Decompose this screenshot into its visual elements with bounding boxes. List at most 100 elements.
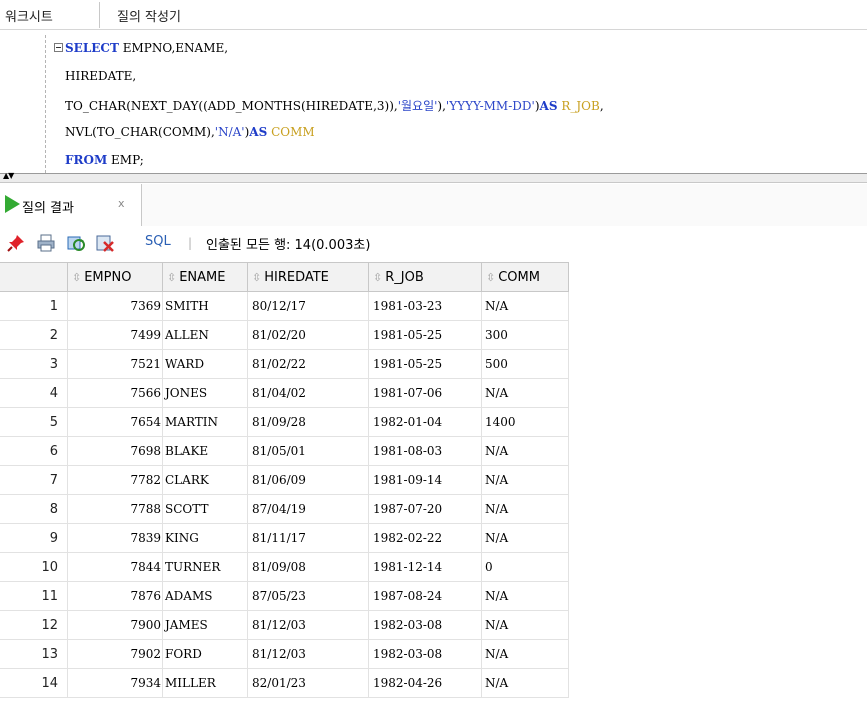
sql-link[interactable]: SQL xyxy=(145,234,171,249)
cell-empno[interactable]: 7900 xyxy=(68,611,163,640)
cell-hiredate[interactable]: 87/04/19 xyxy=(248,495,369,524)
cell-ename[interactable]: FORD xyxy=(163,640,248,669)
cell-ename[interactable]: MILLER xyxy=(163,669,248,698)
table-row[interactable]: 5 7654 MARTIN 81/09/28 1982-01-04 1400 xyxy=(0,408,569,437)
cell-hiredate[interactable]: 81/09/28 xyxy=(248,408,369,437)
column-header-comm[interactable]: ⇳ COMM xyxy=(482,263,569,292)
cell-empno[interactable]: 7788 xyxy=(68,495,163,524)
cell-hiredate[interactable]: 82/01/23 xyxy=(248,669,369,698)
cell-empno[interactable]: 7876 xyxy=(68,582,163,611)
sort-icon[interactable]: ⇳ xyxy=(72,271,81,284)
cell-r-job[interactable]: 1987-07-20 xyxy=(369,495,482,524)
collapse-icon[interactable] xyxy=(54,43,63,52)
column-header-r-job[interactable]: ⇳ R_JOB xyxy=(369,263,482,292)
table-row[interactable]: 10 7844 TURNER 81/09/08 1981-12-14 0 xyxy=(0,553,569,582)
cell-r-job[interactable]: 1987-08-24 xyxy=(369,582,482,611)
cell-r-job[interactable]: 1982-02-22 xyxy=(369,524,482,553)
cell-ename[interactable]: WARD xyxy=(163,350,248,379)
cell-comm[interactable]: 0 xyxy=(482,553,569,582)
cell-r-job[interactable]: 1981-08-03 xyxy=(369,437,482,466)
table-row[interactable]: 8 7788 SCOTT 87/04/19 1987-07-20 N/A xyxy=(0,495,569,524)
cell-empno[interactable]: 7566 xyxy=(68,379,163,408)
cell-empno[interactable]: 7844 xyxy=(68,553,163,582)
cell-empno[interactable]: 7934 xyxy=(68,669,163,698)
cell-r-job[interactable]: 1982-01-04 xyxy=(369,408,482,437)
cell-ename[interactable]: ALLEN xyxy=(163,321,248,350)
table-row[interactable]: 3 7521 WARD 81/02/22 1981-05-25 500 xyxy=(0,350,569,379)
sort-icon[interactable]: ⇳ xyxy=(486,271,495,284)
cell-empno[interactable]: 7369 xyxy=(68,292,163,321)
table-row[interactable]: 14 7934 MILLER 82/01/23 1982-04-26 N/A xyxy=(0,669,569,698)
tab-query-result[interactable]: 질의 결과 x xyxy=(0,184,142,226)
cell-hiredate[interactable]: 81/09/08 xyxy=(248,553,369,582)
cell-r-job[interactable]: 1981-07-06 xyxy=(369,379,482,408)
cell-r-job[interactable]: 1982-03-08 xyxy=(369,640,482,669)
cell-ename[interactable]: BLAKE xyxy=(163,437,248,466)
cell-hiredate[interactable]: 81/11/17 xyxy=(248,524,369,553)
cell-ename[interactable]: SMITH xyxy=(163,292,248,321)
cell-comm[interactable]: N/A xyxy=(482,640,569,669)
cell-ename[interactable]: JAMES xyxy=(163,611,248,640)
cell-empno[interactable]: 7839 xyxy=(68,524,163,553)
cell-comm[interactable]: 300 xyxy=(482,321,569,350)
cell-r-job[interactable]: 1981-03-23 xyxy=(369,292,482,321)
table-row[interactable]: 11 7876 ADAMS 87/05/23 1987-08-24 N/A xyxy=(0,582,569,611)
print-icon[interactable] xyxy=(36,233,56,253)
cell-empno[interactable]: 7902 xyxy=(68,640,163,669)
cell-comm[interactable]: N/A xyxy=(482,524,569,553)
export-icon[interactable] xyxy=(95,233,115,253)
table-row[interactable]: 13 7902 FORD 81/12/03 1982-03-08 N/A xyxy=(0,640,569,669)
cell-r-job[interactable]: 1982-03-08 xyxy=(369,611,482,640)
table-row[interactable]: 2 7499 ALLEN 81/02/20 1981-05-25 300 xyxy=(0,321,569,350)
split-arrows-icon[interactable]: ▲▼ xyxy=(3,172,14,180)
pane-splitter[interactable]: ▲▼ xyxy=(0,172,867,183)
cell-ename[interactable]: KING xyxy=(163,524,248,553)
cell-comm[interactable]: N/A xyxy=(482,582,569,611)
refresh-icon[interactable] xyxy=(66,233,86,253)
cell-comm[interactable]: N/A xyxy=(482,611,569,640)
pin-icon[interactable] xyxy=(6,233,26,253)
cell-hiredate[interactable]: 81/02/20 xyxy=(248,321,369,350)
cell-r-job[interactable]: 1981-12-14 xyxy=(369,553,482,582)
cell-empno[interactable]: 7698 xyxy=(68,437,163,466)
cell-hiredate[interactable]: 81/06/09 xyxy=(248,466,369,495)
tab-worksheet[interactable]: 워크시트 xyxy=(5,6,53,25)
cell-r-job[interactable]: 1981-05-25 xyxy=(369,321,482,350)
column-header-hiredate[interactable]: ⇳ HIREDATE xyxy=(248,263,369,292)
cell-hiredate[interactable]: 87/05/23 xyxy=(248,582,369,611)
cell-r-job[interactable]: 1981-09-14 xyxy=(369,466,482,495)
cell-comm[interactable]: N/A xyxy=(482,437,569,466)
table-row[interactable]: 12 7900 JAMES 81/12/03 1982-03-08 N/A xyxy=(0,611,569,640)
cell-ename[interactable]: JONES xyxy=(163,379,248,408)
table-row[interactable]: 9 7839 KING 81/11/17 1982-02-22 N/A xyxy=(0,524,569,553)
cell-hiredate[interactable]: 80/12/17 xyxy=(248,292,369,321)
cell-empno[interactable]: 7654 xyxy=(68,408,163,437)
cell-comm[interactable]: 500 xyxy=(482,350,569,379)
sort-icon[interactable]: ⇳ xyxy=(167,271,176,284)
close-icon[interactable]: x xyxy=(118,197,125,210)
tab-query-builder[interactable]: 질의 작성기 xyxy=(117,6,181,25)
cell-empno[interactable]: 7521 xyxy=(68,350,163,379)
cell-empno[interactable]: 7782 xyxy=(68,466,163,495)
cell-r-job[interactable]: 1981-05-25 xyxy=(369,350,482,379)
cell-hiredate[interactable]: 81/05/01 xyxy=(248,437,369,466)
table-row[interactable]: 4 7566 JONES 81/04/02 1981-07-06 N/A xyxy=(0,379,569,408)
cell-ename[interactable]: ADAMS xyxy=(163,582,248,611)
cell-r-job[interactable]: 1982-04-26 xyxy=(369,669,482,698)
cell-comm[interactable]: N/A xyxy=(482,466,569,495)
cell-comm[interactable]: N/A xyxy=(482,292,569,321)
cell-comm[interactable]: 1400 xyxy=(482,408,569,437)
sort-icon[interactable]: ⇳ xyxy=(373,271,382,284)
cell-ename[interactable]: TURNER xyxy=(163,553,248,582)
cell-ename[interactable]: SCOTT xyxy=(163,495,248,524)
cell-hiredate[interactable]: 81/02/22 xyxy=(248,350,369,379)
cell-ename[interactable]: CLARK xyxy=(163,466,248,495)
cell-hiredate[interactable]: 81/12/03 xyxy=(248,640,369,669)
cell-comm[interactable]: N/A xyxy=(482,669,569,698)
table-row[interactable]: 6 7698 BLAKE 81/05/01 1981-08-03 N/A xyxy=(0,437,569,466)
cell-hiredate[interactable]: 81/12/03 xyxy=(248,611,369,640)
cell-comm[interactable]: N/A xyxy=(482,379,569,408)
cell-empno[interactable]: 7499 xyxy=(68,321,163,350)
cell-comm[interactable]: N/A xyxy=(482,495,569,524)
sql-editor[interactable]: SELECT EMPNO,ENAME, HIREDATE, TO_CHAR(NE… xyxy=(0,31,867,173)
